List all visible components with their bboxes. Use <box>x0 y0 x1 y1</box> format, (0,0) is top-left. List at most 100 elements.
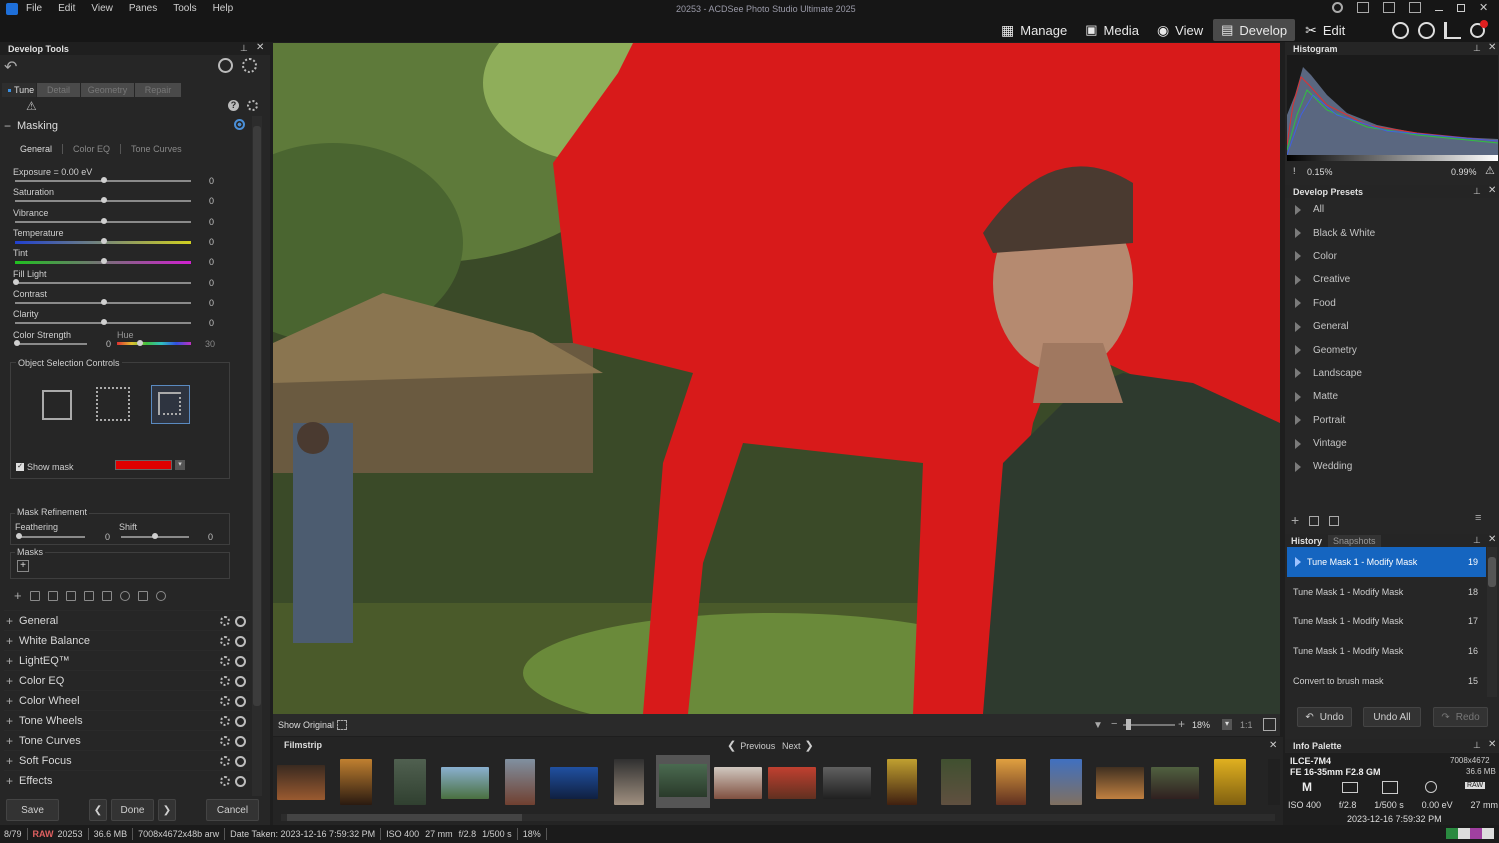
settings-icon[interactable] <box>242 58 257 73</box>
visibility-icon[interactable] <box>119 590 130 601</box>
filter-icon[interactable]: ▼ <box>1093 720 1103 731</box>
history-item[interactable]: Tune Mask 1 - Modify Mask 18 <box>1287 577 1486 607</box>
section-header[interactable]: + Tone Wheels <box>4 710 250 730</box>
section-header[interactable]: + LightEQ™ <box>4 650 250 670</box>
preset-item[interactable]: General <box>1287 315 1499 338</box>
filmstrip-thumb[interactable] <box>996 759 1026 805</box>
close-icon[interactable]: ✕ <box>1479 2 1488 13</box>
slider-knob[interactable] <box>101 197 107 204</box>
globe-icon[interactable] <box>1392 22 1409 39</box>
panel-close-icon[interactable]: ✕ <box>256 42 264 53</box>
slider-knob[interactable] <box>101 319 107 326</box>
preset-item[interactable]: Black & White <box>1287 221 1499 244</box>
notification-icon[interactable] <box>1470 20 1488 38</box>
tab-history[interactable]: History <box>1285 536 1328 546</box>
section-header[interactable]: + Color Wheel <box>4 690 250 710</box>
zoom-in-icon[interactable]: + <box>1178 717 1185 731</box>
info-close-icon[interactable]: ✕ <box>1488 739 1496 750</box>
section-toggle-icon[interactable] <box>235 756 246 767</box>
paste-icon[interactable] <box>83 590 94 601</box>
next-button[interactable]: Next ❯ <box>782 739 814 752</box>
mode-develop-button[interactable]: ▤ Develop <box>1213 19 1296 41</box>
undo-all-button[interactable]: Undo All <box>1363 707 1421 727</box>
filmstrip-scrollbar[interactable] <box>281 814 1275 821</box>
options-icon[interactable] <box>247 100 258 111</box>
color-label-icons[interactable] <box>1446 828 1494 839</box>
section-settings-icon[interactable] <box>220 756 230 766</box>
section-settings-icon[interactable] <box>220 696 230 706</box>
section-header[interactable]: + Color EQ <box>4 670 250 690</box>
tab-snapshots[interactable]: Snapshots <box>1328 534 1381 547</box>
import-icon[interactable] <box>1309 516 1320 526</box>
user-icon[interactable] <box>1332 2 1343 13</box>
zoom-out-icon[interactable]: − <box>1111 718 1117 730</box>
duplicate-icon[interactable] <box>47 590 58 601</box>
layout-bottom-icon[interactable] <box>1383 2 1395 13</box>
preset-item[interactable]: Matte <box>1287 385 1499 408</box>
preset-item[interactable]: Landscape <box>1287 362 1499 385</box>
mode-edit-button[interactable]: ✂ Edit <box>1297 19 1353 41</box>
section-settings-icon[interactable] <box>220 636 230 646</box>
masking-enabled-icon[interactable] <box>234 119 245 130</box>
section-settings-icon[interactable] <box>220 736 230 746</box>
subtab-tone-curves[interactable]: Tone Curves <box>121 144 192 154</box>
menu-tools[interactable]: Tools <box>173 3 196 14</box>
section-settings-icon[interactable] <box>220 776 230 786</box>
dashboard-icon[interactable] <box>1444 22 1461 39</box>
filmstrip-thumb[interactable] <box>614 759 644 805</box>
section-header[interactable]: + White Balance <box>4 630 250 650</box>
history-item[interactable]: Tune Mask 1 - Modify Mask 17 <box>1287 606 1486 636</box>
color-strength-knob[interactable] <box>14 340 20 346</box>
slider-knob[interactable] <box>101 177 107 183</box>
filmstrip-thumb[interactable] <box>394 759 426 805</box>
section-toggle-icon[interactable] <box>235 736 246 747</box>
filmstrip-thumb[interactable] <box>714 767 762 799</box>
filmstrip-thumb[interactable] <box>1050 759 1082 805</box>
filmstrip-close-icon[interactable]: ✕ <box>1269 740 1277 751</box>
undo-button[interactable]: ↶ Undo <box>1297 707 1352 727</box>
previous-button[interactable]: ❮ Previous <box>727 739 775 752</box>
menu-view[interactable]: View <box>91 3 113 14</box>
minimize-icon[interactable] <box>1435 10 1443 11</box>
subtab-general[interactable]: General <box>10 144 64 154</box>
filmstrip-thumb[interactable] <box>441 767 489 799</box>
cancel-button[interactable]: Cancel <box>206 799 259 821</box>
preset-item[interactable]: Wedding <box>1287 455 1499 478</box>
filmstrip-thumb[interactable] <box>277 765 325 800</box>
section-toggle-icon[interactable] <box>235 716 246 727</box>
filmstrip-thumb[interactable] <box>550 767 598 799</box>
layout-left-icon[interactable] <box>1357 2 1369 13</box>
filmstrip-thumb[interactable] <box>1151 767 1199 799</box>
show-mask-checkbox[interactable]: ✓ Show mask <box>16 462 74 472</box>
target-icon[interactable] <box>155 590 166 601</box>
presets-pin-icon[interactable]: ⊥ <box>1473 186 1481 197</box>
history-item[interactable]: Tune Mask 1 - Modify Mask 19 <box>1287 547 1486 577</box>
camera-icon[interactable] <box>137 590 148 601</box>
section-toggle-icon[interactable] <box>235 656 246 667</box>
mode-media-button[interactable]: ▣ Media <box>1077 19 1147 41</box>
menu-help[interactable]: Help <box>213 3 234 14</box>
preset-item[interactable]: All <box>1287 198 1499 221</box>
menu-panes[interactable]: Panes <box>129 3 157 14</box>
section-settings-icon[interactable] <box>220 656 230 666</box>
zoom-dropdown[interactable]: ▾ <box>1222 719 1232 730</box>
preset-item[interactable]: Food <box>1287 292 1499 315</box>
show-original-button[interactable]: Show Original <box>278 720 334 730</box>
slider-knob[interactable] <box>101 237 107 244</box>
actual-size-button[interactable]: 1:1 <box>1240 720 1253 730</box>
help-icon[interactable]: ? <box>228 100 239 111</box>
tab-detail[interactable]: Detail <box>37 83 80 97</box>
fullscreen-icon[interactable] <box>337 720 347 730</box>
left-scrollbar[interactable] <box>252 116 262 796</box>
shift-knob[interactable] <box>152 533 158 539</box>
presets-menu-icon[interactable]: ≡ <box>1475 512 1481 524</box>
filmstrip-thumb[interactable] <box>505 759 535 805</box>
mask-color-dropdown[interactable]: ▾ <box>175 460 185 470</box>
section-toggle-icon[interactable] <box>235 676 246 687</box>
filmstrip-thumb[interactable] <box>887 759 917 805</box>
preset-item[interactable]: Geometry <box>1287 338 1499 361</box>
fit-icon[interactable] <box>1263 718 1276 731</box>
rect-select-icon[interactable] <box>42 390 72 420</box>
brush-select-icon[interactable] <box>151 385 190 424</box>
section-settings-icon[interactable] <box>220 716 230 726</box>
